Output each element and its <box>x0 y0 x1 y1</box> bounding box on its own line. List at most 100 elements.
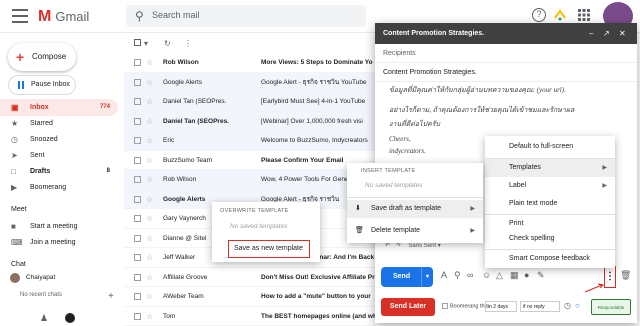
font-select[interactable]: Sans Serif <box>408 243 436 249</box>
chevron-down-icon[interactable]: ▾ <box>438 243 441 249</box>
sidebar-item-inbox[interactable]: ▣Inbox774 <box>0 99 118 116</box>
save-as-new-template-button[interactable]: Save as new template <box>228 240 310 258</box>
star-icon[interactable]: ☆ <box>146 170 153 189</box>
menu-item-check-spelling[interactable]: Check spelling <box>485 230 615 248</box>
fullscreen-icon[interactable]: ↗ <box>603 23 610 44</box>
main-menu-icon[interactable] <box>12 9 28 23</box>
signature-icon[interactable]: ✎ <box>537 270 545 281</box>
subject-field[interactable]: Content Promotion Strategies. <box>375 63 637 82</box>
menu-item-delete-template[interactable]: 🗑Delete template▶ <box>347 222 483 240</box>
table-row[interactable]: ☆BuzzSumo TeamPlease Confirm Your Email <box>124 151 376 171</box>
menu-item-templates[interactable]: Templates▶ <box>485 159 615 177</box>
table-row[interactable]: ☆AWeber TeamHow to add a "mute" button t… <box>124 287 376 307</box>
table-row[interactable]: ☆Affiliate GrooveDon't Miss Out! Exclusi… <box>124 268 376 288</box>
body-line[interactable]: อย่างไรก็ตาม, ถ้าคุณต้องการให้ช่วยคุณได้… <box>389 105 574 116</box>
menu-item-smart-compose-feedback[interactable]: Smart Compose feedback <box>485 250 615 268</box>
table-row[interactable]: ☆Google AlertsGoogle Alert - ธุรกิจ ราชว… <box>124 73 376 93</box>
table-row[interactable]: ☆Rob WilsonWow, 4 Power Tools For Genera… <box>124 170 376 190</box>
star-icon[interactable]: ☆ <box>146 248 153 267</box>
row-checkbox[interactable] <box>134 254 141 261</box>
format-text-icon[interactable]: A <box>441 270 447 280</box>
row-checkbox[interactable] <box>134 235 141 242</box>
body-line[interactable]: ข้อมูลที่มีคุณค่าให้กับกลุ่มผู้อ่านบทควา… <box>389 85 566 96</box>
body-line[interactable]: Cheers, <box>389 135 411 143</box>
star-icon[interactable]: ☆ <box>146 112 153 131</box>
menu-item-default-fullscreen[interactable]: Default to full-screen <box>485 138 615 156</box>
star-icon[interactable]: ☆ <box>146 190 153 209</box>
trash-icon[interactable]: 🗑 <box>620 270 631 281</box>
star-icon[interactable]: ☆ <box>146 151 153 170</box>
close-icon[interactable]: ✕ <box>619 23 626 44</box>
menu-item-save-draft-template[interactable]: ⬇Save draft as template▶ <box>347 200 483 218</box>
row-checkbox[interactable] <box>134 118 141 125</box>
help-icon[interactable]: ? <box>532 8 546 22</box>
send-later-button[interactable]: Send Later <box>381 298 435 316</box>
link-icon[interactable]: ∞ <box>467 270 473 280</box>
row-checkbox[interactable] <box>134 196 141 203</box>
star-icon[interactable]: ☆ <box>146 287 153 306</box>
search-icon[interactable]: ⚲ <box>135 9 144 23</box>
table-row[interactable]: ☆TomThe BEST homepages online (and why) <box>124 307 376 326</box>
pause-inbox-button[interactable]: Pause Inbox <box>8 75 76 95</box>
compose-button[interactable]: +Compose <box>8 43 76 71</box>
row-checkbox[interactable] <box>134 137 141 144</box>
chat-user[interactable]: Chaiyapat <box>26 274 55 281</box>
row-checkbox[interactable] <box>134 157 141 164</box>
add-chat-icon[interactable]: + <box>108 291 114 302</box>
attach-icon[interactable]: ⚲ <box>454 270 461 281</box>
drive-icon[interactable]: △ <box>496 270 503 281</box>
lock-icon[interactable]: ● <box>524 270 529 280</box>
row-checkbox[interactable] <box>134 313 141 320</box>
sidebar-item-starred[interactable]: ★Starred <box>0 115 118 132</box>
star-icon[interactable]: ☆ <box>146 209 153 228</box>
table-row[interactable]: ☆Daniel Tan (SEOPres.[Webinar] Over 1,00… <box>124 112 376 132</box>
more-icon[interactable]: ⋮ <box>184 39 192 48</box>
table-row[interactable]: ☆Rob WilsonMore Views: 5 Steps to Domina… <box>124 53 376 73</box>
body-line[interactable]: indycreators. <box>389 147 426 155</box>
boomerang-condition-select[interactable]: if no reply <box>520 301 560 312</box>
join-meeting[interactable]: ⌨Join a meeting <box>0 234 118 251</box>
minimize-icon[interactable]: – <box>589 23 593 44</box>
row-checkbox[interactable] <box>134 274 141 281</box>
chevron-down-icon[interactable]: ▾ <box>144 39 148 48</box>
star-icon[interactable]: ☆ <box>146 131 153 150</box>
star-icon[interactable]: ☆ <box>146 229 153 248</box>
image-icon[interactable]: ▦ <box>510 270 519 281</box>
star-icon[interactable]: ☆ <box>146 73 153 92</box>
checkbox[interactable] <box>442 303 448 309</box>
row-checkbox[interactable] <box>134 59 141 66</box>
apps-grid-icon[interactable] <box>577 8 591 22</box>
boomerang-checkbox[interactable]: Boomerang this <box>442 303 489 309</box>
select-all-checkbox[interactable] <box>134 39 141 46</box>
table-row[interactable]: ☆Daniel Tan (SEOPres.[Earlybird Must See… <box>124 92 376 112</box>
more-options-icon[interactable]: ⋮ <box>604 266 616 288</box>
respondable-badge[interactable]: Respondable <box>591 299 631 315</box>
clock-icon[interactable]: ◷ <box>564 301 571 310</box>
star-icon[interactable]: ☆ <box>146 268 153 287</box>
star-icon[interactable]: ☆ <box>146 53 153 72</box>
reminder-icon[interactable]: ○ <box>575 301 580 310</box>
emoji-icon[interactable]: ☺ <box>482 270 491 280</box>
chat-avatar[interactable] <box>10 273 20 283</box>
row-checkbox[interactable] <box>134 215 141 222</box>
undo-icon[interactable]: ↶ <box>385 243 390 249</box>
people-icon[interactable]: ♟ <box>40 313 48 324</box>
compose-header[interactable]: Content Promotion Strategies. – ↗ ✕ <box>375 23 637 44</box>
chat-bubble-icon[interactable] <box>65 313 75 323</box>
boomerang-days-select[interactable]: in 2 days <box>485 301 517 312</box>
start-meeting[interactable]: ■Start a meeting <box>0 218 118 235</box>
row-checkbox[interactable] <box>134 79 141 86</box>
send-options-chevron-icon[interactable]: ▾ <box>421 267 433 287</box>
row-checkbox[interactable] <box>134 98 141 105</box>
search-input[interactable]: ⚲ Search mail <box>126 5 366 27</box>
table-row[interactable]: ☆EricWelcome to BuzzSumo, Indycreators <box>124 131 376 151</box>
row-checkbox[interactable] <box>134 176 141 183</box>
menu-item-plain-text[interactable]: Plain text mode <box>485 195 615 213</box>
sidebar-item-boomerang[interactable]: ▶Boomerang <box>0 179 118 196</box>
extension-icon[interactable] <box>553 8 567 22</box>
sidebar-item-drafts[interactable]: □Drafts8 <box>0 163 118 180</box>
star-icon[interactable]: ☆ <box>146 92 153 111</box>
recipients-field[interactable]: Recipients <box>375 44 637 63</box>
row-checkbox[interactable] <box>134 293 141 300</box>
sidebar-item-sent[interactable]: ➤Sent <box>0 147 118 164</box>
